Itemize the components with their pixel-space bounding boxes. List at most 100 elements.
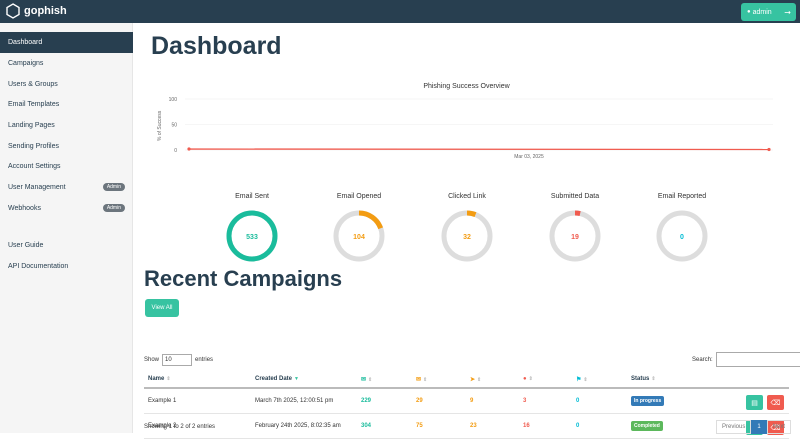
y-tick-label: 100 [169, 97, 178, 103]
sidebar-item-sending-profiles[interactable]: Sending Profiles [0, 136, 133, 157]
pager-previous[interactable]: Previous [716, 420, 752, 434]
exclamation-circle-icon: ● [523, 376, 527, 382]
sort-desc-icon: ▼ [294, 376, 299, 382]
stat-label: Submitted Data [550, 193, 600, 200]
view-results-button[interactable]: ▤ [746, 395, 763, 410]
stat-label: Email Opened [336, 193, 382, 200]
brand-logo[interactable]: gophish [6, 3, 67, 19]
search-input[interactable] [715, 352, 800, 367]
main-content: Dashboard Phishing Success Overview 100 5… [133, 23, 800, 439]
y-axis-label: % of Success [157, 110, 163, 141]
email-sent-donut: 533 [226, 210, 278, 262]
email-reported-donut: 0 [656, 210, 708, 262]
donut-value: 104 [353, 234, 365, 241]
sidebar-item-email-templates[interactable]: Email Templates [0, 94, 133, 115]
sidebar-item-user-management[interactable]: User Management Admin [0, 177, 133, 198]
entries-length: Show 10 entries [144, 354, 213, 366]
pagination: Previous 1 Next [716, 420, 792, 434]
sort-icon: ⇕ [166, 376, 171, 382]
col-status[interactable]: Status ⇕ [631, 376, 656, 382]
chart-title: Phishing Success Overview [423, 83, 510, 90]
email-opened-donut: 104 [333, 210, 385, 262]
sidebar-item-label: User Guide [8, 242, 44, 249]
y-tick-label: 50 [171, 123, 177, 129]
table-search: Search: [692, 352, 800, 367]
gophish-hexagon-icon [6, 3, 20, 19]
y-tick-label: 0 [174, 148, 177, 154]
sidebar-item-webhooks[interactable]: Webhooks Admin [0, 198, 133, 219]
view-all-button[interactable]: View All [145, 299, 179, 317]
brand-name: gophish [24, 5, 67, 17]
series-line [188, 148, 770, 151]
sidebar-item-api-documentation[interactable]: API Documentation [0, 256, 133, 277]
pager-next[interactable]: Next [766, 420, 792, 434]
delete-button[interactable]: ⌫ [767, 395, 784, 410]
sidebar-item-label: Email Templates [8, 101, 60, 108]
col-opened[interactable]: ✉ ⇕ [416, 376, 427, 383]
reported-count: 0 [576, 398, 580, 404]
user-icon: ● [747, 9, 751, 15]
entries-select[interactable]: 10 [162, 354, 193, 366]
status-badge: In progress [631, 396, 665, 406]
opened-count: 29 [416, 398, 423, 404]
sort-icon: ⇕ [423, 377, 428, 383]
bar-chart-icon: ▤ [751, 399, 758, 407]
sidebar-item-user-guide[interactable]: User Guide [0, 235, 133, 256]
table-row: Example 2 February 24th 2025, 8:02:35 am… [144, 415, 789, 439]
stat-email-reported: Email Reported 0 [647, 193, 717, 269]
page-title: Dashboard [151, 32, 282, 60]
sidebar-item-label: User Management [8, 184, 66, 191]
campaign-name[interactable]: Example 1 [148, 398, 176, 404]
reported-count: 0 [576, 423, 580, 429]
col-sent[interactable]: ✉ ⇕ [361, 376, 372, 383]
col-reported[interactable]: ⚑ ⇕ [576, 376, 588, 383]
col-created-date[interactable]: Created Date ▼ [255, 376, 299, 382]
stat-submitted-data: Submitted Data 19 [540, 193, 610, 269]
admin-user-button[interactable]: ● admin ➞ [741, 3, 796, 21]
sort-icon: ⇕ [528, 376, 533, 382]
logout-icon[interactable]: ➞ [784, 8, 791, 17]
stat-label: Email Reported [657, 193, 707, 200]
submitted-count: 16 [523, 423, 530, 429]
stat-label: Email Sent [235, 193, 269, 200]
sidebar-item-label: Sending Profiles [8, 143, 59, 150]
created-date: February 24th 2025, 8:02:35 am [255, 423, 341, 429]
bullhorn-icon: ⚑ [576, 377, 582, 383]
phishing-success-chart: 100 50 0 % of Success Mar 03, 2025 [157, 97, 773, 160]
col-name[interactable]: Name ⇕ [148, 376, 171, 382]
col-clicked[interactable]: ➤ ⇕ [470, 376, 481, 383]
stat-email-opened: Email Opened 104 [324, 193, 394, 269]
donut-value: 533 [246, 234, 258, 241]
sidebar-item-dashboard[interactable]: Dashboard [0, 32, 133, 53]
sort-icon: ⇕ [368, 377, 373, 383]
table-header: Name ⇕ Created Date ▼ ✉ ⇕ ✉ ⇕ ➤ ⇕ ● ⇕ ⚑ ⇕ Statu… [144, 373, 789, 389]
clicked-link-donut: 32 [441, 210, 493, 262]
sidebar-item-label: Account Settings [8, 163, 61, 170]
stat-label: Clicked Link [448, 193, 486, 200]
status-badge: Completed [631, 421, 663, 431]
sidebar-item-landing-pages[interactable]: Landing Pages [0, 115, 133, 136]
stat-email-sent: Email Sent 533 [217, 193, 287, 269]
sort-icon: ⇕ [583, 377, 588, 383]
entries-label: entries [195, 357, 214, 363]
submitted-data-donut: 19 [549, 210, 601, 262]
pager-page-1[interactable]: 1 [751, 420, 767, 434]
x-tick-label: Mar 03, 2025 [514, 154, 544, 160]
admin-badge: Admin [102, 204, 125, 212]
show-label: Show [144, 357, 160, 363]
stat-clicked-link: Clicked Link 32 [432, 193, 502, 269]
sidebar-item-campaigns[interactable]: Campaigns [0, 53, 133, 74]
data-point [767, 147, 771, 152]
envelope-open-icon: ✉ [416, 377, 422, 383]
opened-count: 75 [416, 423, 423, 429]
sidebar-item-users-groups[interactable]: Users & Groups [0, 74, 133, 95]
trash-icon: ⌫ [770, 399, 781, 407]
sidebar-item-account-settings[interactable]: Account Settings [0, 156, 133, 177]
clicked-count: 23 [470, 423, 477, 429]
donut-value: 0 [680, 234, 684, 241]
table-info: Showing 1 to 2 of 2 entries [144, 424, 216, 430]
sent-count: 304 [361, 423, 372, 429]
col-submitted[interactable]: ● ⇕ [523, 376, 533, 382]
envelope-icon: ✉ [361, 377, 367, 383]
top-navbar: gophish ● admin ➞ [0, 0, 800, 23]
